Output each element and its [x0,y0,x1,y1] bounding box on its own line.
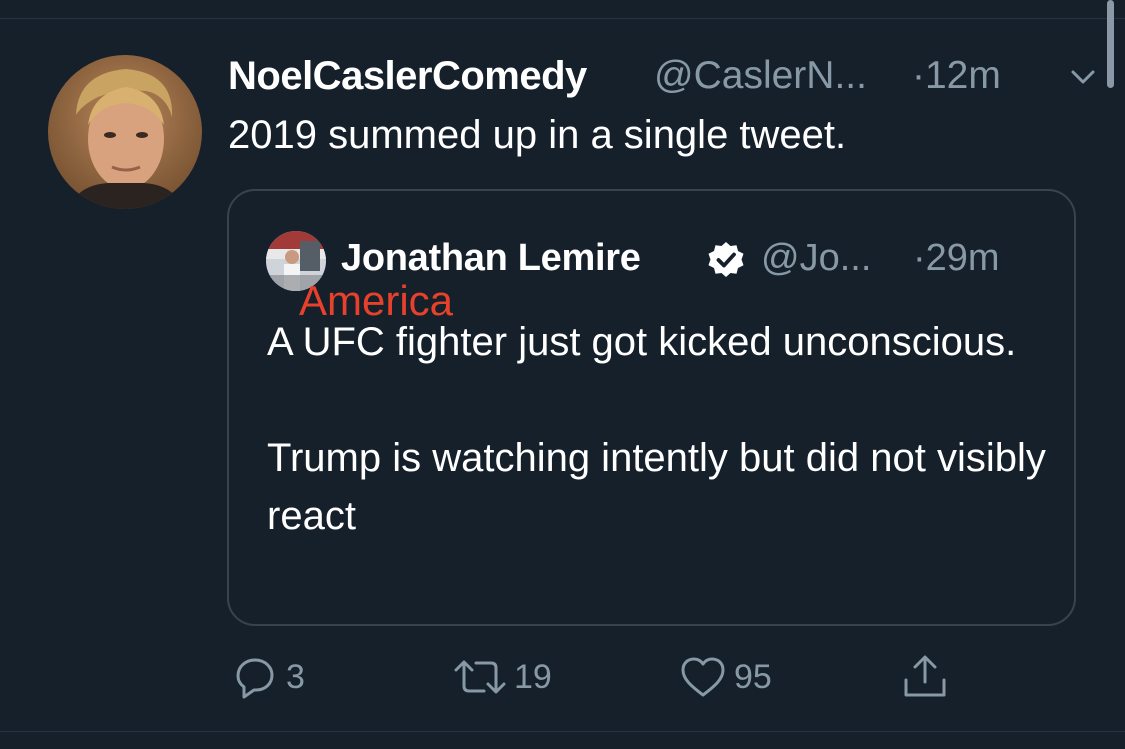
handle[interactable]: @CaslerN... [654,52,867,100]
reply-icon [230,652,280,702]
scrollbar[interactable] [1107,0,1114,88]
quoted-handle[interactable]: @Jo... [761,235,871,281]
quoted-tweet-text: A UFC fighter just got kicked unconsciou… [267,313,1047,545]
avatar[interactable] [48,55,202,209]
quoted-display-name[interactable]: Jonathan Lemire [341,235,641,281]
heart-icon [678,652,728,702]
quoted-tweet-card[interactable]: Jonathan Lemire @Jo... ·29m A UFC fighte… [227,189,1076,626]
timestamp[interactable]: ·12m [912,52,1001,100]
share-button[interactable] [900,652,950,702]
retweet-count: 19 [514,658,552,696]
chevron-down-icon[interactable] [1070,64,1096,90]
retweet-icon [452,652,508,702]
like-count: 95 [734,658,772,696]
overlay-annotation-label: America [299,277,454,324]
share-icon [900,652,950,702]
tweet-text: 2019 summed up in a single tweet. [228,113,847,157]
reply-count: 3 [286,658,305,696]
reply-button[interactable]: 3 [230,652,305,702]
quoted-paragraph: Trump is watching intently but did not v… [267,436,1046,538]
verified-badge-icon [706,240,746,280]
like-button[interactable]: 95 [678,652,772,702]
top-divider [0,18,1125,19]
tweet-header: NoelCaslerComedy @CaslerN... ·12m [228,52,1095,100]
retweet-button[interactable]: 19 [452,652,552,702]
display-name[interactable]: NoelCaslerComedy [228,52,587,100]
bottom-divider [0,731,1125,732]
quoted-timestamp[interactable]: ·29m [913,235,1000,281]
